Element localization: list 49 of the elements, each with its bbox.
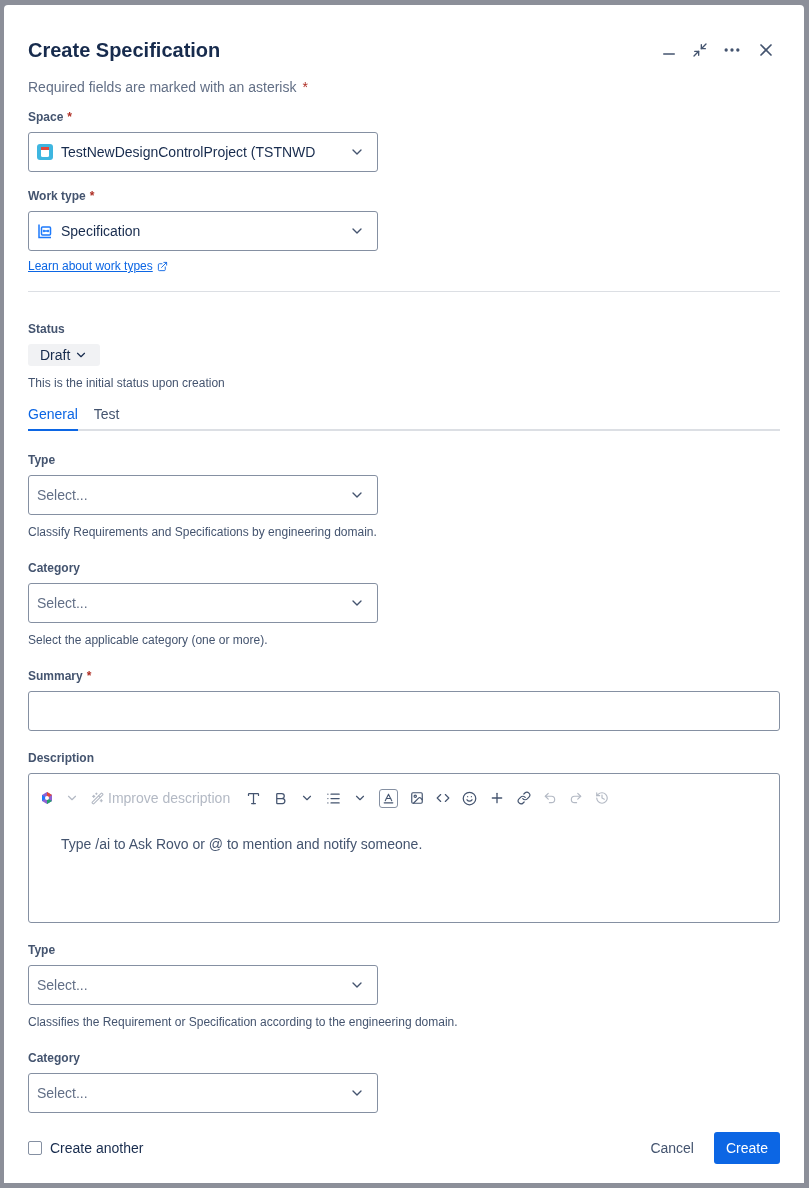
select-field[interactable]: Select... <box>28 1073 378 1113</box>
learn-link[interactable]: Learn about work types <box>28 257 168 275</box>
helper-text: Select the applicable category (one or more). <box>28 632 269 649</box>
dialog-title: Create Specification <box>28 38 221 63</box>
select-field[interactable]: Specification <box>28 211 378 251</box>
tab[interactable]: Test <box>93 404 120 429</box>
checkbox[interactable] <box>28 1141 42 1155</box>
select-field[interactable]: TestNewDesignControlProject (TSTNWD <box>28 132 378 172</box>
field-label: Category <box>28 560 80 577</box>
ai-logo-icon[interactable] <box>41 792 53 804</box>
helper-text: Classify Requirements and Specifications by engineering domain. <box>28 524 378 541</box>
worktype-icon <box>37 223 53 239</box>
emoji-icon[interactable] <box>462 790 478 806</box>
required-asterisk: * <box>67 109 73 126</box>
list-icon[interactable] <box>326 790 342 806</box>
field-label: Status <box>28 321 66 338</box>
select-field[interactable]: Select... <box>28 965 378 1005</box>
code-icon[interactable] <box>436 791 451 805</box>
field-label: Work type <box>28 188 86 205</box>
cancel-button[interactable]: Cancel <box>638 1132 706 1164</box>
magic-wand-icon <box>91 791 104 805</box>
editor-placeholder: Type /ai to Ask Rovo or @ to mention and notify someone. <box>60 835 424 854</box>
required-asterisk: * <box>89 188 95 205</box>
project-icon <box>37 144 53 160</box>
field-label: Summary <box>28 668 83 685</box>
required-note: Required fields are marked with an asterisk <box>28 78 297 97</box>
field-label: Space <box>28 109 64 126</box>
field-label: Type <box>28 942 56 959</box>
helper-text: This is the initial status upon creation <box>28 375 226 392</box>
text-color-icon[interactable] <box>379 788 399 808</box>
tab[interactable]: General <box>28 404 78 431</box>
create-button[interactable]: Create <box>713 1132 780 1164</box>
description-editor[interactable]: Improve description Type /ai to Ask Rovo or @ to mention and notify someone. <box>28 773 780 923</box>
text-style-icon[interactable] <box>246 790 262 806</box>
image-icon[interactable] <box>410 791 425 805</box>
select-field[interactable]: Select... <box>28 475 378 515</box>
external-link-icon <box>156 260 168 272</box>
link-icon[interactable] <box>517 791 532 805</box>
required-asterisk: * <box>86 668 92 685</box>
field-label: Category <box>28 1050 80 1067</box>
collapse-icon[interactable] <box>692 42 708 58</box>
required-asterisk: * <box>302 78 308 97</box>
status-button[interactable]: Draft <box>28 344 101 366</box>
select-field[interactable]: Select... <box>28 583 378 623</box>
text-input-field[interactable] <box>28 691 780 731</box>
field-label: Description <box>28 750 94 767</box>
helper-text: Classifies the Requirement or Specification according to the engineering domain. <box>28 1014 459 1031</box>
checkbox-label: Create another <box>50 1138 144 1158</box>
field-label: Type <box>28 452 56 469</box>
